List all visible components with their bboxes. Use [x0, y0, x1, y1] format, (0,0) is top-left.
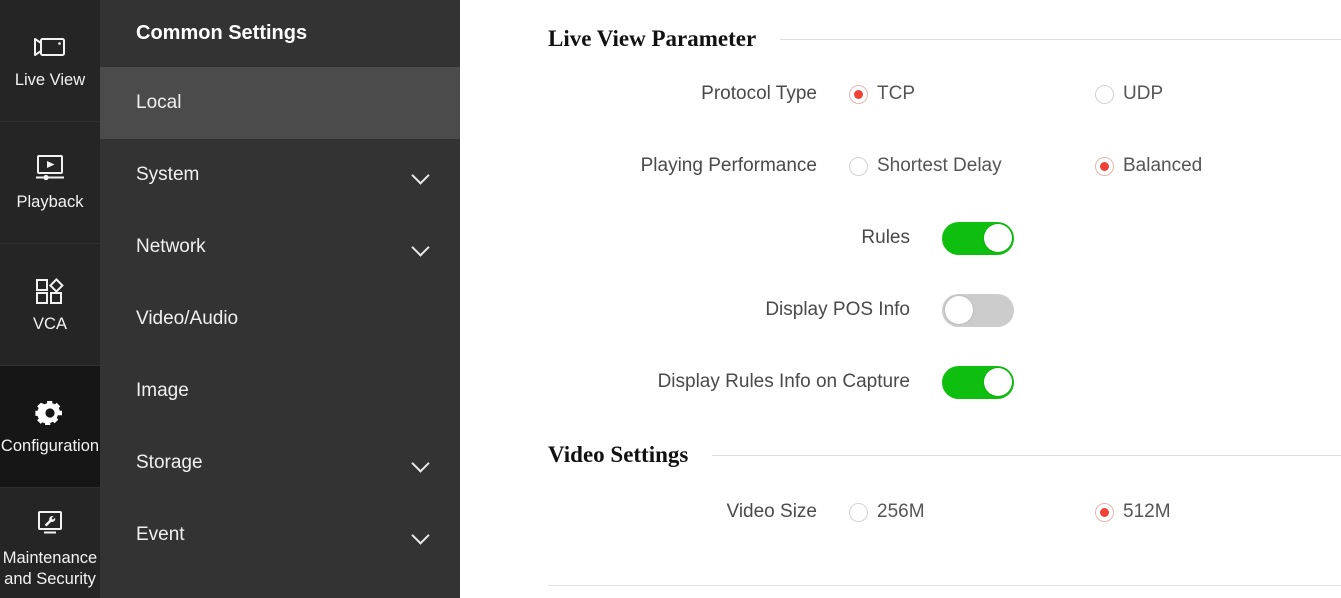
configuration-page: Live View Playback	[0, 0, 1341, 598]
section-title: Live View Parameter	[548, 26, 756, 52]
menu-item-video-audio[interactable]: Video/Audio	[100, 283, 460, 355]
form-row-display-pos-info: Display POS Info	[460, 274, 1341, 346]
toggle-knob	[945, 296, 973, 324]
menu-item-event[interactable]: Event	[100, 499, 460, 571]
radio-label: Shortest Delay	[877, 155, 1002, 177]
chevron-down-icon	[412, 238, 430, 256]
form-row-rules: Rules	[460, 202, 1341, 274]
playback-screen-icon	[33, 152, 67, 186]
rail-item-label: Live View	[15, 70, 85, 91]
vca-shapes-icon	[34, 274, 66, 308]
radio-label: 512M	[1123, 501, 1171, 523]
radio-indicator	[849, 503, 868, 522]
chevron-down-icon	[412, 454, 430, 472]
toggle-knob	[984, 224, 1012, 252]
rail-item-configuration[interactable]: Configuration	[0, 366, 100, 488]
radio-label: Balanced	[1123, 155, 1202, 177]
radio-option-balanced[interactable]: Balanced	[1095, 155, 1341, 177]
rail-item-playback[interactable]: Playback	[0, 122, 100, 244]
toggle-wrapper-rules	[910, 222, 1014, 255]
menu-item-storage[interactable]: Storage	[100, 427, 460, 499]
content-bottom-divider	[548, 585, 1341, 586]
radio-option-shortest-delay[interactable]: Shortest Delay	[849, 155, 1095, 177]
field-label: Rules	[460, 227, 910, 249]
toggle-rules[interactable]	[942, 222, 1014, 255]
section-divider	[780, 39, 1341, 40]
section-header-video-settings: Video Settings	[460, 436, 1341, 474]
video-camera-icon	[32, 30, 68, 64]
settings-content: Live View Parameter Protocol Type TCP UD…	[460, 0, 1341, 598]
section-divider	[712, 455, 1341, 456]
menu-item-label: Local	[136, 92, 181, 114]
rail-item-vca[interactable]: VCA	[0, 244, 100, 366]
primary-nav-rail: Live View Playback	[0, 0, 100, 598]
field-label: Playing Performance	[460, 155, 817, 177]
menu-item-label: Network	[136, 236, 206, 258]
radio-indicator	[1095, 503, 1114, 522]
chevron-down-icon	[412, 166, 430, 184]
radio-label: TCP	[877, 83, 915, 105]
menu-item-label: Video/Audio	[136, 308, 238, 330]
toggle-display-pos-info[interactable]	[942, 294, 1014, 327]
field-label: Display POS Info	[460, 299, 910, 321]
menu-item-label: System	[136, 164, 199, 186]
radio-indicator	[1095, 157, 1114, 176]
menu-item-label: Storage	[136, 452, 203, 474]
section-header-live-view-parameter: Live View Parameter	[460, 20, 1341, 58]
radio-option-tcp[interactable]: TCP	[849, 83, 1095, 105]
section-title: Video Settings	[548, 442, 688, 468]
rail-item-label: Playback	[17, 192, 84, 213]
menu-item-system[interactable]: System	[100, 139, 460, 211]
rail-item-label: Maintenance and Security	[0, 548, 109, 590]
menu-item-label: Image	[136, 380, 189, 402]
radio-label: UDP	[1123, 83, 1163, 105]
rail-item-live-view[interactable]: Live View	[0, 0, 100, 122]
toggle-wrapper-display-pos-info	[910, 294, 1014, 327]
field-label: Video Size	[460, 501, 817, 523]
radio-label: 256M	[877, 501, 925, 523]
menu-item-image[interactable]: Image	[100, 355, 460, 427]
field-label: Display Rules Info on Capture	[460, 371, 910, 393]
rail-item-label: VCA	[33, 314, 67, 335]
form-row-protocol-type: Protocol Type TCP UDP	[460, 58, 1341, 130]
toggle-display-rules-info-on-capture[interactable]	[942, 366, 1014, 399]
radio-group-protocol-type: TCP UDP	[817, 83, 1341, 105]
chevron-down-icon	[412, 526, 430, 544]
menu-header: Common Settings	[100, 0, 460, 67]
menu-item-network[interactable]: Network	[100, 211, 460, 283]
radio-option-256m[interactable]: 256M	[849, 501, 1095, 523]
radio-option-512m[interactable]: 512M	[1095, 501, 1341, 523]
radio-option-udp[interactable]: UDP	[1095, 83, 1341, 105]
wrench-monitor-icon	[34, 508, 66, 542]
radio-group-playing-performance: Shortest Delay Balanced	[817, 155, 1341, 177]
toggle-knob	[984, 368, 1012, 396]
form-row-playing-performance: Playing Performance Shortest Delay Balan…	[460, 130, 1341, 202]
rail-item-maintenance-and-security[interactable]: Maintenance and Security	[0, 488, 100, 598]
radio-group-video-size: 256M 512M	[817, 501, 1341, 523]
radio-indicator	[1095, 85, 1114, 104]
settings-menu-panel: Common Settings Local System Network Vid…	[100, 0, 460, 598]
toggle-wrapper-display-rules-info-on-capture	[910, 366, 1014, 399]
form-row-video-size: Video Size 256M 512M	[460, 474, 1341, 550]
field-label: Protocol Type	[460, 83, 817, 105]
menu-item-local[interactable]: Local	[100, 67, 460, 139]
radio-indicator	[849, 157, 868, 176]
form-row-display-rules-info-on-capture: Display Rules Info on Capture	[460, 346, 1341, 418]
menu-item-label: Event	[136, 524, 185, 546]
gear-icon	[34, 396, 66, 430]
rail-item-label: Configuration	[1, 436, 99, 457]
radio-indicator	[849, 85, 868, 104]
